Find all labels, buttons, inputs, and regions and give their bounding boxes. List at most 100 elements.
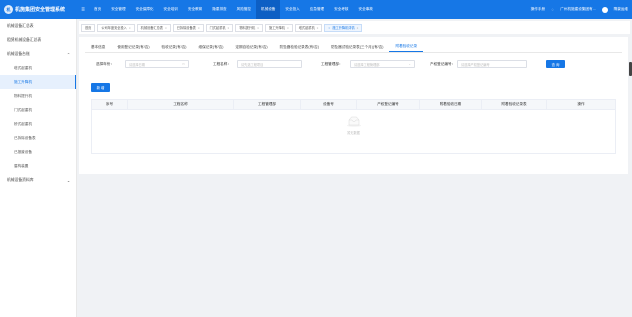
tab-gantry-crane[interactable]: 门式起重机 × (205, 23, 234, 32)
nav-item-hazard-inspection[interactable]: 隐患排查 (207, 0, 231, 19)
tab-acceptance[interactable]: 验收记录(有/否) (156, 42, 193, 52)
nav-item-risk-control[interactable]: 风险管控 (232, 0, 256, 19)
calendar-icon: ▭ (181, 62, 185, 66)
sidebar-item-label: 机械设备台账 (7, 51, 30, 56)
property-label: 产权登记编号： (430, 62, 456, 66)
manual-link[interactable]: 操作手册 (531, 7, 545, 12)
column-header: 产权登记编号 (357, 100, 420, 109)
user-name[interactable]: 隋豪运维 (614, 7, 628, 12)
tab-label: 公司年度安全投入 (101, 26, 127, 30)
close-icon[interactable]: × (165, 26, 167, 30)
empty-text: 暂无数据 (347, 131, 360, 135)
sidebar-item-construction-hoist[interactable]: 施工升降机 (0, 75, 76, 89)
sidebar-item-dismantled[interactable]: 已拆除设备表 (0, 131, 76, 145)
tab-maintenance[interactable]: 维保记录(有/否) (193, 42, 230, 52)
sidebar-item-material-hoist[interactable]: 物料提升机 (0, 89, 76, 103)
add-button[interactable]: 新 增 (91, 83, 110, 92)
tab-home[interactable]: 首页 (81, 23, 96, 32)
column-header: 操作 (577, 102, 585, 106)
sidebar-item-tower-crane[interactable]: 塔式起重机 (0, 61, 76, 75)
nav-item-home[interactable]: 首页 (89, 0, 106, 19)
sidebar-item-scrapped[interactable]: 已报废设备 (0, 145, 76, 159)
tab-label: 施工升降机详情 (332, 26, 355, 30)
sidebar-item-leased-summary[interactable]: 租赁机械设备汇总表 (0, 33, 76, 47)
nav-item-safety-accident[interactable]: 安全事故 (354, 0, 378, 19)
manager-select[interactable]: 请选择工程管理部 ⌄ (350, 60, 415, 68)
app-title: 机施集团安全管理系统 (15, 7, 66, 13)
chevron-down-icon: ⌄ (408, 62, 411, 66)
nav-item-emergency[interactable]: 应急管理 (305, 0, 329, 19)
close-icon[interactable]: × (198, 26, 200, 30)
nav-item-safety-assessment[interactable]: 安全考核 (329, 0, 353, 19)
tab-anti-fall-inspection[interactable]: 防坠器检验记录表(有/否) (274, 42, 325, 52)
sidebar-item-label: 机械设备资料库 (7, 177, 34, 182)
tab-label: 施工升降机 (269, 26, 285, 30)
tab-label: 塔式起重机 (298, 26, 315, 30)
record-tabs: 基本信息 使用登记记录(有/否) 验收记录(有/否) 维保记录(有/否) 定期自… (85, 42, 424, 52)
table-header: 序号 工程名称 工程管理部 设备号 产权登记编号 附着验收日期 附着验收记录表 … (91, 99, 616, 110)
tab-material-hoist[interactable]: 物料提升机 × (235, 23, 264, 32)
close-icon[interactable]: × (357, 26, 359, 30)
project-input[interactable]: 请先选工程项目 (237, 60, 302, 68)
sidebar-item-shield-machine[interactable]: 盾构装置 (0, 159, 76, 173)
tab-construction-hoist[interactable]: 施工升降机 × (265, 23, 293, 32)
tab-attachment-acceptance[interactable]: 附着验收记录 (389, 42, 424, 52)
chevron-down-icon: ⌄ (66, 178, 70, 183)
column-header: 附着验收记录表 (482, 100, 547, 109)
nav-item-safety-investment[interactable]: 安全投入 (280, 0, 304, 19)
tab-annual-investment[interactable]: 公司年度安全投入 × (97, 23, 135, 32)
sidebar: 机械设备汇总表 租赁机械设备汇总表 机械设备台账 ⌃ 塔式起重机 施工升降机 物料… (0, 19, 77, 317)
close-icon[interactable]: × (228, 26, 230, 30)
sidebar-group-machinery-library[interactable]: 机械设备资料库 ⌄ (0, 173, 76, 187)
close-icon[interactable]: × (287, 26, 289, 30)
detail-card: 基本信息 使用登记记录(有/否) 验收记录(有/否) 维保记录(有/否) 定期自… (79, 37, 628, 174)
tab-basic-info[interactable]: 基本信息 (85, 42, 111, 52)
tab-label: 物料提升机 (239, 26, 256, 30)
column-header: 附着验收日期 (420, 100, 482, 109)
nav-item-safety-assurance[interactable]: 安全保障化 (131, 0, 159, 19)
bell-icon[interactable]: ♢ (551, 8, 554, 12)
manager-placeholder: 请选择工程管理部 (354, 62, 380, 67)
tab-tower-crane[interactable]: 塔式起重机 × (294, 23, 323, 32)
filter-bar: 选择年份： 请选择日期 ▭ 工程名称： 请先选工程项目 工程管理部： 请选择工程管… (85, 59, 622, 69)
column-header: 工程名称 (128, 100, 234, 109)
avatar[interactable] (601, 6, 608, 13)
manager-label: 工程管理部： (321, 62, 343, 66)
year-placeholder: 请选择日期 (129, 62, 145, 67)
year-label: 选择年份： (96, 62, 114, 66)
tab-label: 已拆除设备表 (176, 26, 196, 30)
sidebar-item-gantry-crane[interactable]: 门式起重机 (0, 103, 76, 117)
org-selector[interactable]: 广州机施建设集团有... (560, 7, 595, 12)
sidebar-item-machinery-summary[interactable]: 机械设备汇总表 (0, 19, 76, 33)
year-picker[interactable]: 请选择日期 ▭ (125, 60, 189, 68)
nav-item-machinery[interactable]: 机械设备 (256, 0, 281, 19)
tab-dismantled[interactable]: 已拆除设备表 × (172, 23, 204, 32)
column-header: 序号 (92, 100, 128, 109)
table-body: 暂无数据 (91, 110, 616, 154)
sidebar-item-bridge-crane[interactable]: 桥式起重机 (0, 117, 76, 131)
brand: 机 机施集团安全管理系统 (0, 0, 77, 19)
refresh-icon[interactable]: ○ (328, 26, 330, 30)
query-button[interactable]: 查 询 (546, 60, 565, 68)
tab-label: 门式起重机 (209, 26, 226, 30)
property-input[interactable]: 请选择产权登记编号 (457, 60, 527, 68)
tab-machinery-summary[interactable]: 机械设备汇总表 × (136, 23, 171, 32)
close-icon[interactable]: × (317, 26, 319, 30)
tab-hoist-detail[interactable]: ○ 施工升降机详情 × (324, 23, 363, 32)
main-nav: 首页 安全管理 安全保障化 安全培训 安全教育 隐患排查 风险管控 机械设备 安… (89, 0, 378, 19)
tabs-divider (85, 52, 622, 53)
sidebar-item-label: 机械设备汇总表 (7, 23, 34, 28)
tab-anti-fall-test[interactable]: 防坠器试验记录表(三个月)(有/否) (325, 42, 390, 52)
page-tabs: 首页 公司年度安全投入 × 机械设备汇总表 × 已拆除设备表 × 门式起重机 × 物料提… (79, 21, 630, 34)
tab-use-registration[interactable]: 使用登记记录(有/否) (111, 42, 155, 52)
menu-toggle-icon[interactable]: ≡ (77, 7, 89, 13)
close-icon[interactable]: × (129, 26, 131, 30)
empty-state: 暂无数据 (346, 116, 362, 135)
nav-item-safety-training[interactable]: 安全培训 (159, 0, 183, 19)
nav-item-safety-education[interactable]: 安全教育 (183, 0, 207, 19)
nav-item-safety-management[interactable]: 安全管理 (106, 0, 130, 19)
close-icon[interactable]: × (257, 26, 259, 30)
sidebar-group-machinery-ledger[interactable]: 机械设备台账 ⌃ (0, 47, 76, 61)
tab-self-inspection[interactable]: 定期自检记录(有/否) (229, 42, 273, 52)
empty-box-icon (346, 116, 361, 127)
